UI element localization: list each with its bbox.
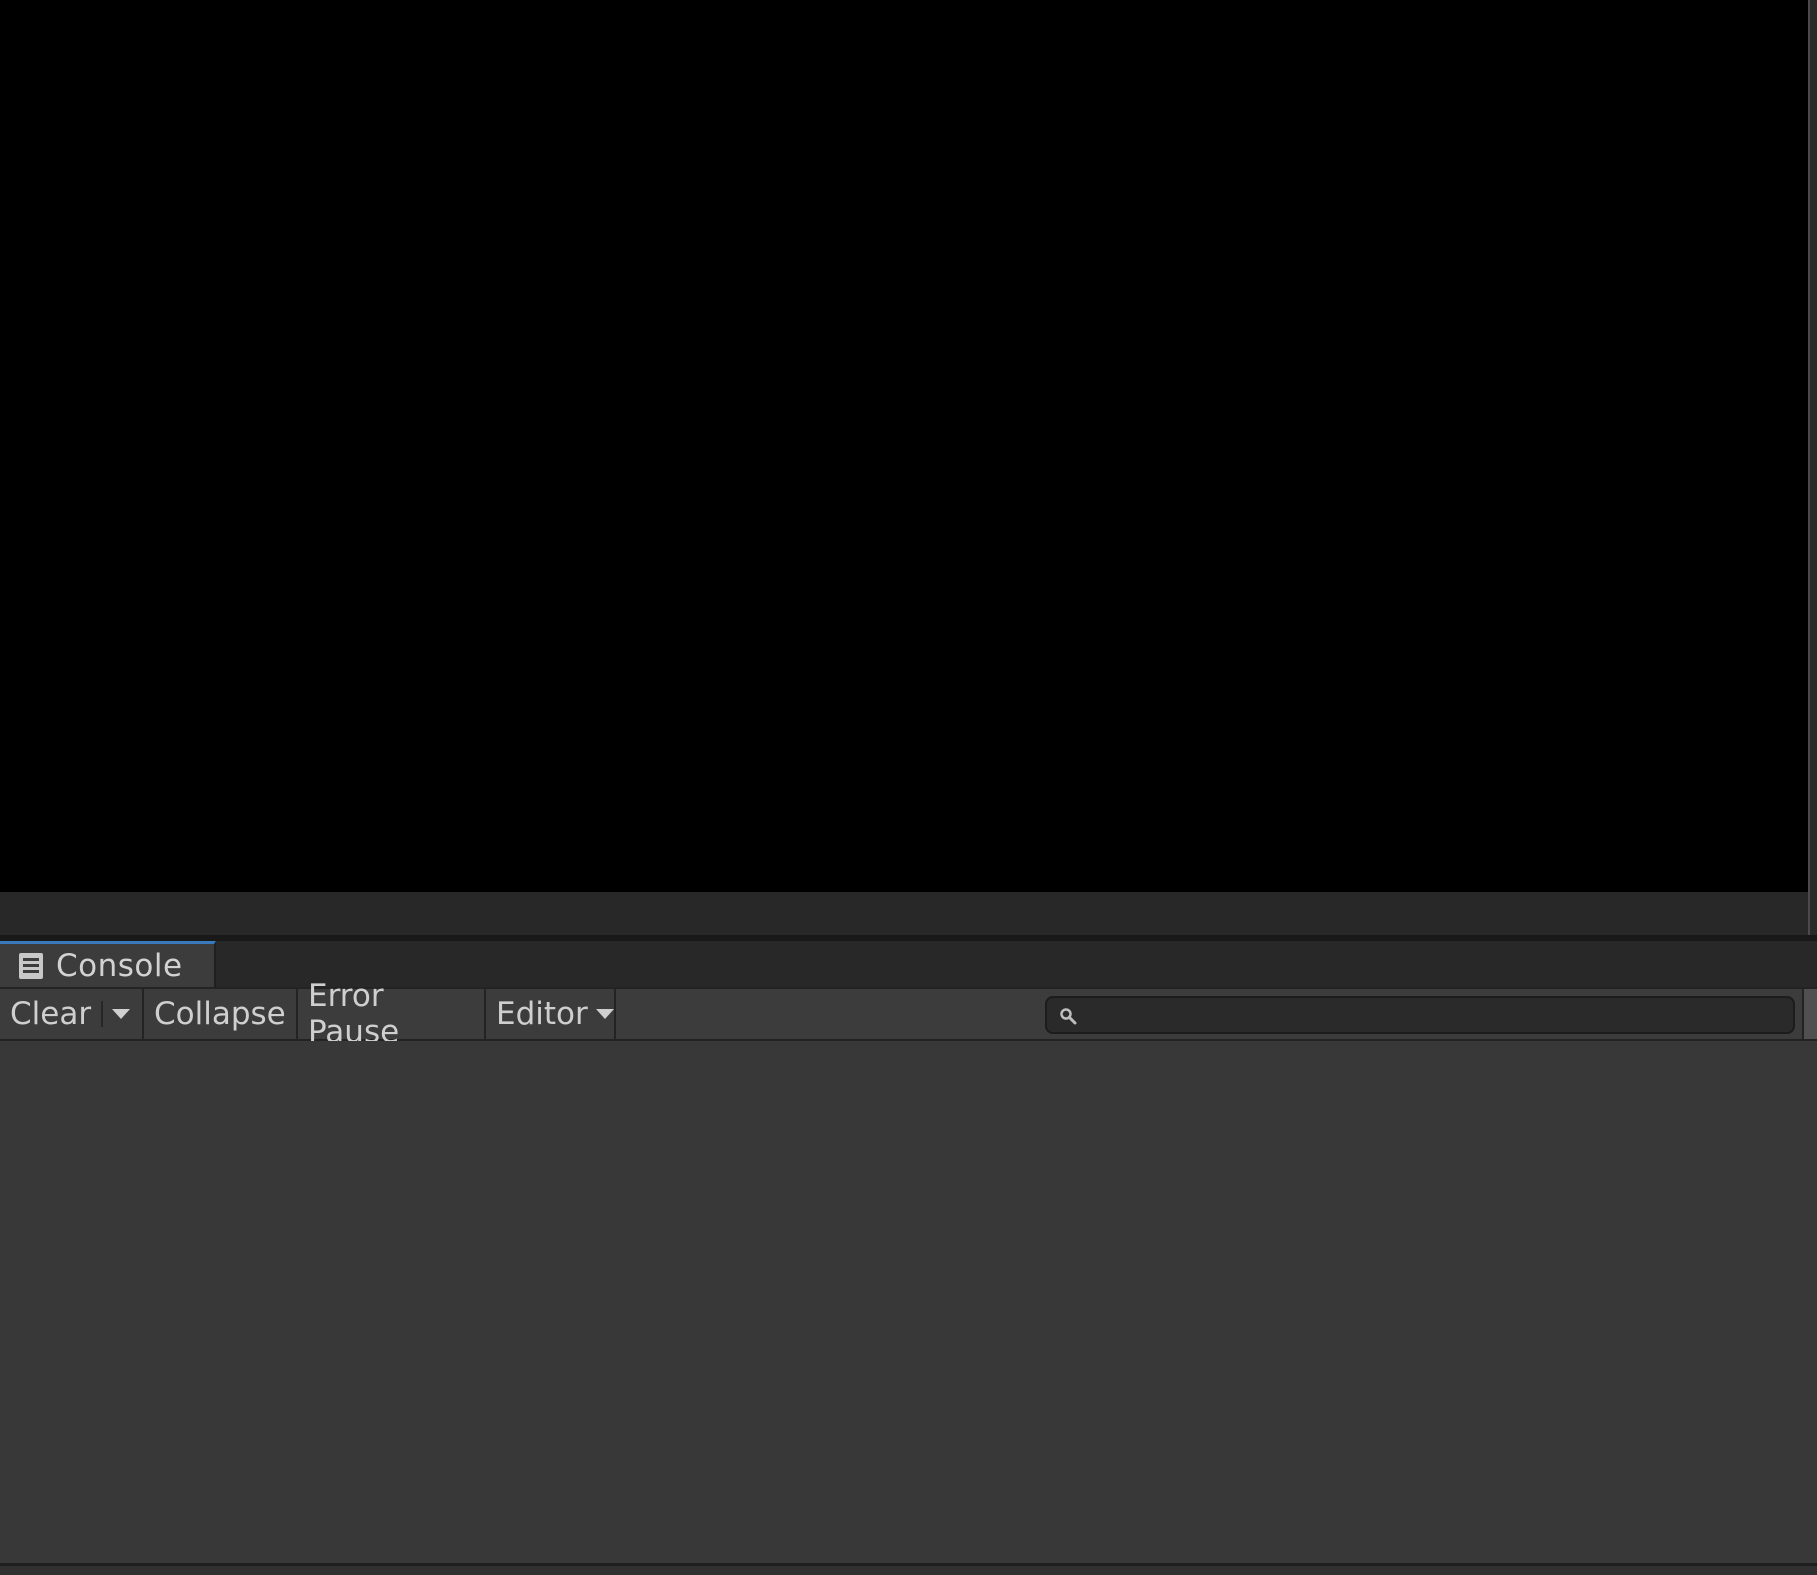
editor-dropdown-label: Editor xyxy=(496,996,588,1032)
collapse-toggle-label: Collapse xyxy=(154,996,286,1032)
viewport-footer-bar xyxy=(0,892,1808,935)
clear-options-dropdown-icon[interactable] xyxy=(112,1009,130,1019)
console-log-list[interactable] xyxy=(0,1041,1817,1563)
search-icon xyxy=(1060,1008,1077,1025)
error-pause-toggle-label: Error Pause xyxy=(308,978,400,1050)
clear-dropdown-separator xyxy=(101,1001,103,1027)
clear-button-label: Clear xyxy=(10,996,92,1032)
console-bottom-edge xyxy=(0,1563,1817,1575)
clear-button[interactable]: Clear xyxy=(0,989,144,1039)
console-search-field[interactable] xyxy=(1045,996,1795,1034)
editor-dropdown[interactable]: Editor xyxy=(486,989,616,1039)
error-pause-toggle[interactable]: Error Pause xyxy=(298,978,486,1050)
vertical-scrollbar[interactable] xyxy=(1808,0,1817,935)
tab-console-label: Console xyxy=(56,947,183,984)
tab-console[interactable]: Console xyxy=(0,941,216,987)
log-filter-toggles-edge[interactable] xyxy=(1802,989,1817,1039)
game-viewport xyxy=(0,0,1808,892)
search-input[interactable] xyxy=(1087,1000,1791,1032)
console-list-icon xyxy=(19,952,43,979)
chevron-down-icon xyxy=(595,1009,614,1019)
console-tab-strip: Console xyxy=(0,941,1817,987)
collapse-toggle[interactable]: Collapse xyxy=(144,989,298,1039)
console-toolbar: Clear Collapse Error Pause Editor xyxy=(0,978,1817,1050)
